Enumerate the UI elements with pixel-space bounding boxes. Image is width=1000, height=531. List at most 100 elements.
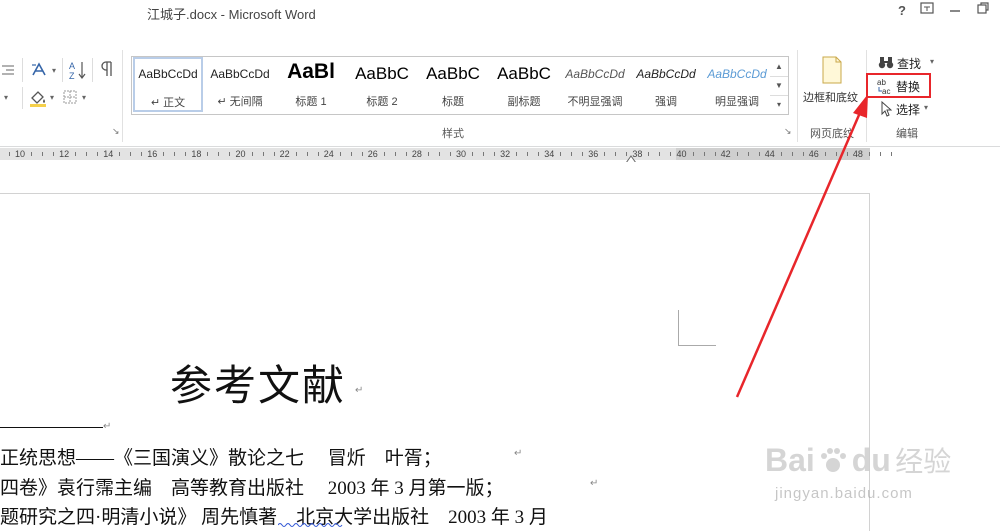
ruler-tick: [317, 152, 319, 156]
ruler-number: 42: [720, 149, 731, 159]
style-heading2[interactable]: AaBbC 标题 2: [346, 57, 418, 114]
ribbon-display-button[interactable]: [917, 2, 937, 17]
style-sample: AaBbC: [426, 64, 480, 83]
references-heading[interactable]: 参考文献: [170, 352, 346, 413]
window-title: 江城子.docx - Microsoft Word: [147, 7, 316, 22]
ruler-tick: [670, 152, 672, 156]
reference-line-1[interactable]: 正统思想——《三国演义》散论之七 冒炘 叶胥；: [0, 443, 442, 470]
gallery-down-button[interactable]: ▼: [770, 76, 788, 96]
style-sample: AaBbC: [355, 64, 409, 83]
show-marks-icon[interactable]: [98, 60, 114, 83]
ruler-tick: [53, 152, 55, 156]
svg-text:A: A: [69, 61, 75, 71]
style-emphasis[interactable]: AaBbCcDd 强调: [630, 57, 702, 114]
styles-group-label: 样式: [442, 128, 464, 140]
minimize-button[interactable]: [945, 2, 965, 17]
chinese-layout-icon[interactable]: [30, 62, 50, 83]
ruler-tick: [427, 152, 429, 156]
ruler-tick: [494, 152, 496, 156]
ruler-tick: [483, 152, 485, 156]
ruler-tick: [868, 152, 870, 156]
style-title[interactable]: AaBbC 标题: [417, 57, 489, 114]
ruler-tick: [141, 152, 143, 156]
ruler-tick: [75, 152, 77, 156]
replace-icon: abac: [877, 78, 890, 95]
ruler-tick: [339, 152, 341, 156]
paragraph-mark-icon: ↵: [103, 421, 112, 432]
style-subtitle[interactable]: AaBbC 副标题: [488, 57, 560, 114]
style-no-spacing[interactable]: AaBbCcDd ↵ 无间隔: [204, 57, 276, 114]
style-name: 明显强调: [715, 96, 759, 108]
gallery-up-button[interactable]: ▲: [770, 57, 788, 77]
style-intense-emphasis[interactable]: AaBbCcDd 明显强调: [701, 57, 773, 114]
reference-line-3[interactable]: 题研究之四·明清小说》 周先慎著 北京大学出版社 2003 年 3 月: [0, 502, 548, 529]
shading-icon[interactable]: [28, 89, 50, 112]
ruler-tick: [571, 152, 573, 156]
ruler-number: 10: [15, 149, 26, 159]
ruler-number: 20: [235, 149, 246, 159]
style-heading1[interactable]: AaBl 标题 1: [275, 57, 347, 114]
reference-line-2[interactable]: 四卷》袁行霈主编 高等教育出版社 2003 年 3 月第一版；: [0, 473, 504, 500]
ruler-tick: [229, 152, 231, 156]
ruler-labels: 10 12 14 16 18 20 22 24 26 28 30 32 34 36 38 40 42 44 46 48: [0, 148, 892, 160]
style-normal[interactable]: AaBbCcDd ↵ 正文: [133, 57, 203, 112]
ruler-tick: [394, 152, 396, 156]
maximize-icon: [976, 2, 989, 14]
paragraph-mark-icon: ↵: [514, 448, 523, 459]
ruler-tick: [736, 152, 738, 156]
watermark-brand-2: du: [851, 442, 891, 478]
style-name: 强调: [655, 96, 677, 108]
find-button[interactable]: 查找 ▾: [878, 54, 944, 72]
gallery-more-button[interactable]: ▾: [770, 95, 788, 114]
chevron-down-icon[interactable]: ▾: [52, 66, 56, 75]
indent-icon[interactable]: [0, 64, 14, 79]
spellcheck-underline: [278, 523, 343, 527]
restore-ribbon-icon: [920, 2, 934, 14]
gallery-scroll: ▲ ▼ ▾: [770, 56, 789, 115]
cursor-icon: [881, 101, 892, 117]
chevron-down-icon[interactable]: ▾: [50, 93, 54, 102]
ruler-tick: [604, 152, 606, 156]
page-borders-icon[interactable]: [821, 56, 843, 89]
ruler-tick: [780, 152, 782, 156]
borders-icon[interactable]: [62, 89, 78, 110]
help-button[interactable]: ?: [892, 3, 912, 18]
ruler-number: 18: [191, 149, 202, 159]
styles-dialog-launcher[interactable]: ↘: [784, 126, 792, 137]
paragraph-dialog-launcher[interactable]: ↘: [112, 126, 120, 137]
ruler-number: 26: [367, 149, 378, 159]
title-bar: 江城子.docx - Microsoft Word ?: [0, 0, 1000, 26]
style-subtle-emphasis[interactable]: AaBbCcDd 不明显强调: [559, 57, 631, 114]
select-label: 选择: [896, 103, 921, 117]
ruler-tick: [31, 152, 33, 156]
select-button[interactable]: 选择 ▾: [880, 100, 936, 118]
ruler-tick: [163, 152, 165, 156]
style-sample: AaBbC: [497, 64, 551, 83]
svg-text:ab: ab: [877, 78, 886, 87]
ruler-number: 40: [676, 149, 687, 159]
page-background-group-label: 网页底纹: [810, 128, 854, 140]
restore-button[interactable]: [973, 2, 993, 17]
page-borders-button[interactable]: 边框和底纹: [803, 89, 858, 105]
find-label: 查找: [897, 57, 922, 71]
ruler-tick: [648, 152, 650, 156]
ruler-tick: [659, 152, 661, 156]
ruler-number: 32: [500, 149, 511, 159]
ruler-tick: [130, 152, 132, 156]
chevron-down-icon[interactable]: ▾: [4, 93, 8, 102]
chevron-down-icon[interactable]: ▾: [82, 93, 86, 102]
ruler-tick: [185, 152, 187, 156]
ruler-tick: [527, 152, 529, 156]
ruler-number: 44: [764, 149, 775, 159]
ruler-tick: [802, 152, 804, 156]
replace-button[interactable]: ab ac 替换: [877, 77, 929, 95]
chevron-down-icon: ▾: [924, 103, 929, 112]
ruler-number: 22: [279, 149, 290, 159]
watermark-brand: Bai: [765, 442, 815, 478]
style-sample: AaBbCcDd: [707, 67, 767, 81]
ruler-tick: [472, 152, 474, 156]
footnote-separator: [0, 427, 103, 428]
sort-icon[interactable]: AZ: [68, 60, 88, 85]
ruler-number: 24: [323, 149, 334, 159]
style-name: 标题: [442, 96, 464, 108]
